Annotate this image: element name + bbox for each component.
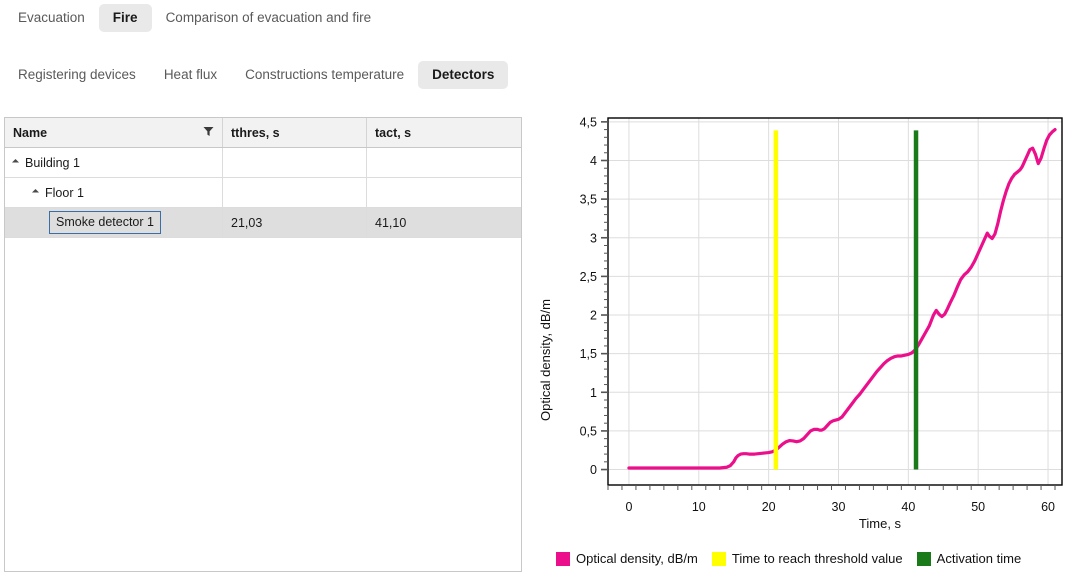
svg-text:3: 3	[590, 231, 597, 245]
column-header-tthres[interactable]: tthres, s	[223, 118, 367, 147]
row-tthres-cell	[223, 178, 367, 207]
tree-node-floor[interactable]: Floor 1	[13, 186, 84, 200]
x-axis-label: Time, s	[859, 516, 902, 531]
tab-registering-devices[interactable]: Registering devices	[4, 61, 150, 89]
filter-icon[interactable]	[203, 126, 214, 140]
legend-swatch-threshold-time	[711, 551, 726, 566]
svg-text:4,5: 4,5	[580, 115, 597, 129]
svg-text:50: 50	[971, 500, 985, 514]
table-header-row: Name tthres, s tact, s	[5, 118, 521, 148]
svg-text:60: 60	[1041, 500, 1055, 514]
tab-detectors[interactable]: Detectors	[418, 61, 509, 89]
tree-node-label: Building 1	[25, 155, 80, 170]
svg-text:20: 20	[762, 500, 776, 514]
column-header-name[interactable]: Name	[5, 118, 223, 147]
row-tact-cell: 41,10	[375, 215, 407, 230]
column-header-tact-label: tact, s	[375, 125, 412, 140]
tree-node-label[interactable]: Smoke detector 1	[49, 211, 161, 234]
legend-swatch-optical-density	[556, 551, 570, 566]
chevron-expanded-icon[interactable]	[11, 158, 20, 167]
table-row[interactable]: Building 1	[5, 148, 521, 178]
chart-gridlines	[608, 118, 1062, 485]
svg-text:40: 40	[901, 500, 915, 514]
svg-text:1: 1	[590, 386, 597, 400]
svg-text:0: 0	[590, 463, 597, 477]
tab-evacuation[interactable]: Evacuation	[4, 4, 99, 32]
svg-text:1,5: 1,5	[580, 347, 597, 361]
detectors-table: Name tthres, s tact, s Building 1 Floor …	[4, 117, 522, 572]
svg-text:0: 0	[625, 500, 632, 514]
svg-text:0,5: 0,5	[580, 424, 597, 438]
legend-label-activation-time: Activation time	[936, 551, 1022, 566]
column-header-name-label: Name	[13, 125, 48, 140]
y-axis-label: Optical density, dB/m	[538, 299, 553, 421]
row-tthres-cell: 21,03	[223, 208, 367, 237]
chart-canvas: 0 0,5 1 1,5 2 2,5 3 3,5 4 4,5 0 10 20 30 40 50 60 Time, …	[538, 115, 1063, 531]
legend-item-optical-density: Optical density, dB/m	[556, 551, 698, 566]
secondary-tab-strip: Registering devices Heat flux Constructi…	[4, 60, 509, 90]
column-header-tact[interactable]: tact, s	[367, 118, 521, 147]
tab-heat-flux[interactable]: Heat flux	[150, 61, 231, 89]
tree-node-detector[interactable]: Smoke detector 1	[13, 211, 161, 234]
svg-text:4: 4	[590, 154, 597, 168]
svg-text:30: 30	[832, 500, 846, 514]
chart-legend: Optical density, dB/m Time to reach thre…	[556, 551, 1021, 566]
row-tact-cell	[367, 148, 521, 177]
tree-node-label: Floor 1	[45, 185, 84, 200]
legend-item-activation-time: Activation time	[916, 551, 1022, 566]
tab-comparison-of-evacuation-and-fire[interactable]: Comparison of evacuation and fire	[152, 4, 386, 32]
svg-text:2: 2	[590, 309, 597, 323]
row-tthres-cell	[223, 148, 367, 177]
svg-text:2,5: 2,5	[580, 270, 597, 284]
chevron-expanded-icon[interactable]	[31, 188, 40, 197]
optical-density-chart: 0 0,5 1 1,5 2 2,5 3 3,5 4 4,5 0 10 20 30 40 50 60 Time, …	[530, 110, 1065, 579]
row-name-cell[interactable]: Floor 1	[5, 178, 223, 207]
tree-node-building[interactable]: Building 1	[11, 155, 80, 170]
legend-item-threshold-time: Time to reach threshold value	[711, 551, 903, 566]
legend-label-optical-density: Optical density, dB/m	[576, 551, 698, 566]
svg-text:3,5: 3,5	[580, 193, 597, 207]
table-row[interactable]: Floor 1	[5, 178, 521, 208]
tab-fire[interactable]: Fire	[98, 4, 152, 32]
table-row-selected[interactable]: Smoke detector 1 21,03 41,10	[5, 208, 521, 238]
row-tact-cell	[367, 178, 521, 207]
tab-constructions-temperature[interactable]: Constructions temperature	[231, 61, 418, 89]
legend-swatch-activation-time	[916, 551, 931, 566]
svg-text:10: 10	[692, 500, 706, 514]
row-name-cell[interactable]: Building 1	[5, 148, 223, 177]
primary-tab-strip: Evacuation Fire Comparison of evacuation…	[4, 3, 385, 33]
column-header-tthres-label: tthres, s	[231, 125, 280, 140]
row-name-cell[interactable]: Smoke detector 1	[5, 208, 223, 237]
legend-label-threshold-time: Time to reach threshold value	[731, 551, 903, 566]
